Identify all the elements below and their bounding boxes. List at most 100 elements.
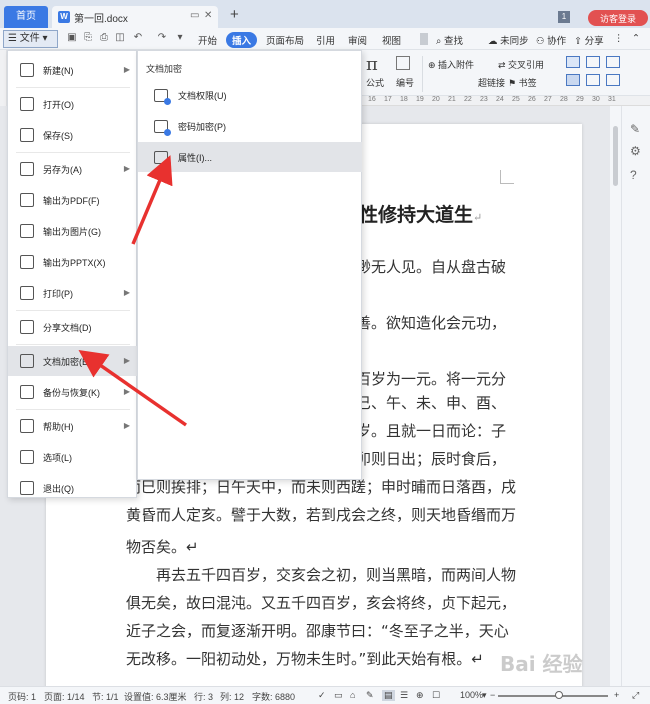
pi-formula-icon[interactable]: π — [366, 54, 378, 75]
tab-reference[interactable]: 引用 — [316, 33, 335, 47]
pen-icon[interactable]: ✎ — [630, 122, 640, 136]
file-menu-item-label: 文档加密(E) — [43, 356, 91, 367]
file-menu-item[interactable]: 文档加密(E) ▶ — [8, 346, 137, 376]
file-menu-item[interactable]: 输出为PPTX(X) — [8, 247, 137, 277]
tab-review[interactable]: 审阅 — [348, 33, 367, 47]
file-menu-item[interactable]: 输出为PDF(F) — [8, 185, 137, 215]
close-tab-icon[interactable]: ✕ — [204, 10, 212, 21]
encrypt-submenu-item[interactable]: 密码加密(P) — [138, 111, 362, 141]
fit-window-icon[interactable]: ⤢ — [632, 690, 639, 701]
layout-option-5-icon[interactable] — [586, 74, 600, 86]
ruler-tick: 31 — [608, 96, 616, 103]
ruler-tick: 21 — [448, 96, 456, 103]
status-section: 节: 1/1 — [92, 692, 119, 702]
file-menu-item[interactable]: 退出(Q) — [8, 473, 137, 503]
collapse-ribbon-icon[interactable]: ⌃ — [632, 33, 640, 44]
visitor-login-button[interactable]: 访客登录 — [588, 10, 648, 26]
zoom-level[interactable]: 100% — [460, 690, 483, 700]
encrypt-submenu-item[interactable]: 文档权限(U) — [138, 80, 362, 110]
print-icon[interactable]: ⎙ — [98, 32, 110, 44]
preview-icon[interactable]: ◫ — [114, 32, 126, 44]
menu-separator — [16, 409, 130, 410]
home-tab[interactable]: 首页 — [4, 6, 48, 28]
file-menu-item[interactable]: 打开(O) — [8, 89, 137, 119]
document-tab[interactable]: W 第一回.docx ▭ ✕ — [52, 6, 218, 28]
ruler-tick: 30 — [592, 96, 600, 103]
horizontal-ruler[interactable]: 16 17 18 19 20 21 22 23 24 25 26 27 28 29 30 31 — [362, 96, 650, 106]
zoom-dropdown-icon[interactable]: ▾ — [482, 690, 487, 701]
redo-icon[interactable]: ↷ — [156, 32, 168, 44]
backup-icon — [20, 385, 34, 399]
document-text-line: 巳、午、未、申、酉、 — [356, 394, 507, 412]
cross-reference-button[interactable]: ⇄ 交叉引用 — [498, 58, 544, 71]
more-icon[interactable]: ⋮ — [614, 33, 624, 44]
file-menu-item[interactable]: 保存(S) — [8, 120, 137, 150]
save-icon[interactable]: ▣ — [66, 32, 78, 44]
edit-view-icon[interactable]: ✎ — [366, 690, 374, 701]
cross-reference-label: 交叉引用 — [508, 60, 545, 70]
encrypt-submenu-item-label: 属性(I)... — [178, 152, 212, 163]
file-menu-item[interactable]: 新建(N) ▶ — [8, 55, 137, 85]
file-menu-item-label: 输出为图片(G) — [43, 226, 101, 237]
undo-icon[interactable]: ↶ — [132, 32, 144, 44]
file-menu-item[interactable]: 另存为(A) ▶ — [8, 154, 137, 184]
read-view-icon[interactable]: ☐ — [432, 690, 440, 701]
file-menu-item[interactable]: 备份与恢复(K) ▶ — [8, 377, 137, 407]
vertical-scrollbar[interactable] — [610, 106, 621, 686]
status-page[interactable]: 页码: 1 — [8, 690, 36, 703]
file-menu-item[interactable]: 分享文档(D) — [8, 312, 137, 342]
pptx-icon — [20, 255, 34, 269]
zoom-out-icon[interactable]: − — [490, 690, 495, 700]
status-words[interactable]: 字数: 6880 — [252, 690, 295, 703]
layout-option-4-icon[interactable] — [566, 74, 580, 86]
collab-button[interactable]: ⚇ 协作 — [536, 33, 566, 47]
number-icon[interactable] — [396, 56, 410, 70]
settings-sliders-icon[interactable]: ⚙ — [630, 144, 641, 158]
file-menu-item[interactable]: 输出为图片(G) — [8, 216, 137, 246]
review-view-icon[interactable]: ⌂ — [350, 690, 355, 700]
zoom-in-icon[interactable]: + — [614, 690, 619, 700]
insert-attachment-button[interactable]: ⊕ 插入附件 — [428, 58, 474, 71]
layout-option-1-icon[interactable] — [566, 56, 580, 68]
bookmark-button[interactable]: ⚑ 书签 — [508, 76, 537, 89]
status-setting: 设置值: 6.3厘米 — [124, 692, 187, 702]
scrollbar-thumb[interactable] — [613, 126, 618, 186]
number-label[interactable]: 编号 — [396, 76, 414, 89]
tab-view[interactable]: 视图 — [382, 33, 401, 47]
outline-view-icon[interactable]: ☰ — [400, 690, 408, 701]
search-button[interactable]: ⌕ 查找 — [436, 33, 463, 47]
share-label: 分享 — [584, 36, 604, 47]
encrypt-submenu-item[interactable]: 属性(I)... — [138, 142, 362, 172]
submenu-arrow-icon: ▶ — [123, 356, 130, 365]
monitor-icon[interactable]: ▭ — [190, 10, 199, 21]
status-pages[interactable]: 页面: 1/14 — [44, 690, 85, 703]
tab-scroll-arrow[interactable] — [420, 33, 428, 45]
wps-writer-window: 首页 W 第一回.docx ▭ ✕ + 1 访客登录 ☰ 文件 ▾ ▣ ⎘ ⎙ … — [0, 0, 650, 704]
page-view-icon[interactable]: ▤ — [382, 690, 395, 701]
hyperlink-button[interactable]: 超链接 — [478, 76, 505, 89]
layout-option-3-icon[interactable] — [606, 56, 620, 68]
spellcheck-icon[interactable]: ✓ — [318, 690, 326, 701]
tab-insert[interactable]: 插入 — [226, 32, 258, 48]
zoom-slider-knob[interactable] — [555, 691, 563, 699]
file-menu-item[interactable]: 选项(L) — [8, 442, 137, 472]
tab-start[interactable]: 开始 — [198, 33, 217, 47]
share-button[interactable]: ⇪ 分享 — [574, 33, 604, 47]
new-tab-plus-icon[interactable]: + — [230, 6, 239, 23]
submenu-arrow-icon: ▶ — [123, 421, 130, 430]
file-menu-item-label: 帮助(H) — [43, 421, 74, 432]
file-menu-item[interactable]: 打印(P) ▶ — [8, 278, 137, 308]
customize-icon[interactable]: ▾ — [174, 32, 186, 44]
file-menu-button[interactable]: ☰ 文件 ▾ — [3, 30, 58, 48]
layout-view-icon[interactable]: ▭ — [334, 690, 343, 701]
sync-button[interactable]: ☁ 未同步 — [488, 33, 529, 47]
formula-label[interactable]: 公式 — [366, 76, 384, 89]
tab-page-layout[interactable]: 页面布局 — [266, 33, 304, 47]
file-menu-item[interactable]: 帮助(H) ▶ — [8, 411, 137, 441]
layout-option-6-icon[interactable] — [606, 74, 620, 86]
export-icon[interactable]: ⎘ — [82, 32, 94, 44]
layout-option-2-icon[interactable] — [586, 56, 600, 68]
help-circle-icon[interactable]: ? — [630, 168, 637, 182]
web-view-icon[interactable]: ⊕ — [416, 690, 424, 701]
zoom-slider[interactable] — [498, 695, 608, 697]
